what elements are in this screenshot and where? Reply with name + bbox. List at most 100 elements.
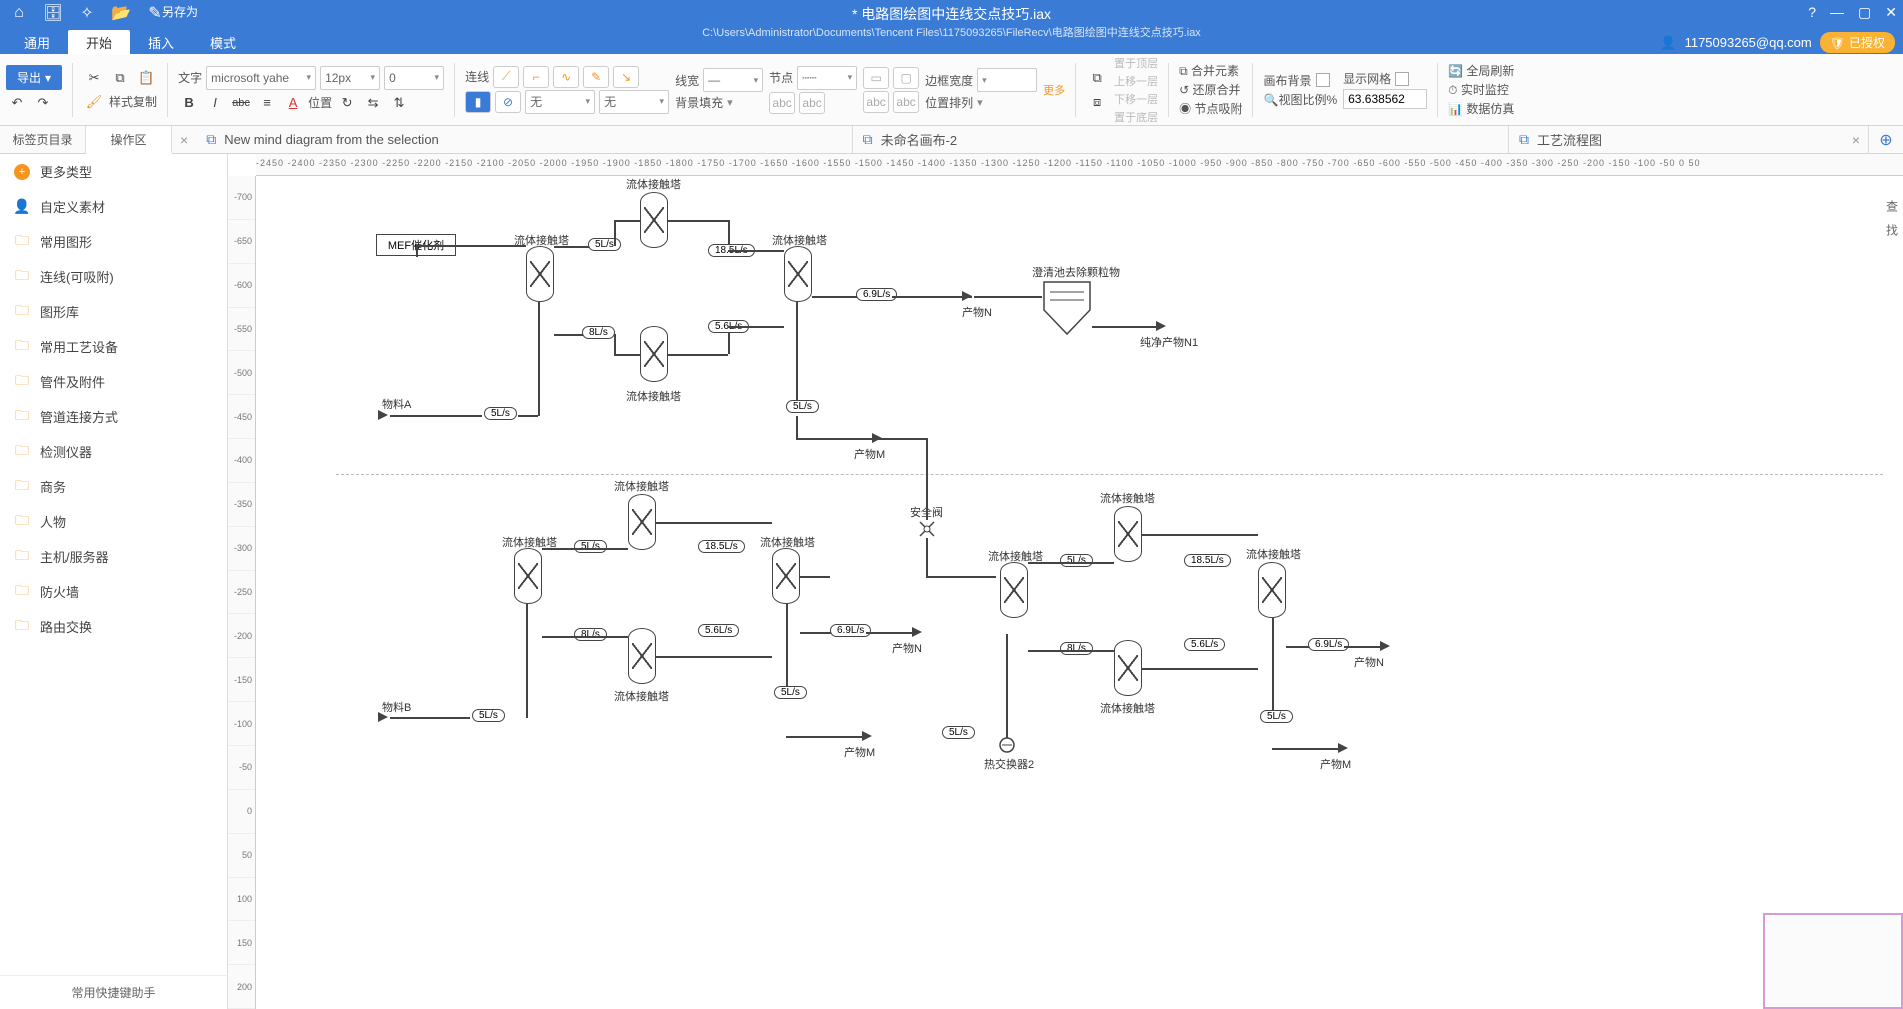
sidebar-item-more[interactable]: +更多类型 (0, 154, 227, 189)
rect-abc-3-icon[interactable]: abc (863, 91, 889, 113)
copy-icon[interactable]: ⧉ (109, 67, 131, 89)
ungroup-icon[interactable]: ⧈ (1086, 91, 1108, 113)
sidebar-item-library[interactable]: 🗀图形库 (0, 294, 227, 329)
fontsize-select[interactable]: 12px▾ (320, 66, 380, 90)
sim-button[interactable]: 📊 数据仿真 (1448, 100, 1514, 117)
edgedist-select[interactable]: ▾ (977, 68, 1037, 92)
minimap[interactable] (1763, 913, 1903, 1009)
sidebar-footer[interactable]: 常用快捷键助手 (0, 975, 227, 1009)
undo-button[interactable]: ↶ (6, 92, 28, 114)
search-label-a[interactable]: 查 (1884, 200, 1901, 212)
menu-insert[interactable]: 插入 (130, 30, 192, 55)
clarifier[interactable] (1042, 280, 1092, 336)
fillcolor-button[interactable]: ▮ (465, 91, 491, 113)
redo-button[interactable]: ↷ (32, 92, 54, 114)
sidebar-item-custom[interactable]: 👤自定义素材 (0, 189, 227, 224)
vessel-3B[interactable] (1114, 640, 1142, 696)
sidebar-item-business[interactable]: 🗀商务 (0, 469, 227, 504)
export-button[interactable]: 导出 ▾ (6, 65, 62, 90)
sidebar-item-piping[interactable]: 🗀管道连接方式 (0, 399, 227, 434)
open-icon[interactable]: 📂 (112, 4, 130, 22)
viewpct-input[interactable]: 63.638562 (1343, 89, 1427, 109)
shape-rect-icon[interactable]: ▭ (863, 67, 889, 89)
canvasbg-check[interactable] (1316, 73, 1330, 87)
tab-close-icon[interactable]: × (1852, 132, 1868, 148)
sidebar-item-instruments[interactable]: 🗀检测仪器 (0, 434, 227, 469)
strike-button[interactable]: abc (230, 92, 252, 114)
menu-start[interactable]: 开始 (68, 30, 130, 55)
fill2-select[interactable]: 无▾ (599, 90, 669, 114)
merge-button[interactable]: ⧉ 合并元素 (1179, 62, 1239, 79)
vessel-1B[interactable] (640, 326, 668, 382)
vessel-3L[interactable] (1000, 562, 1028, 618)
rect-abc-2-icon[interactable]: abc (799, 92, 825, 114)
vessel-1T[interactable] (640, 192, 668, 248)
fontcolor-button[interactable]: A (282, 92, 304, 114)
rect-abc-4-icon[interactable]: abc (893, 91, 919, 113)
vessel-2B[interactable] (628, 628, 656, 684)
sidebar-item-equip[interactable]: 🗀常用工艺设备 (0, 329, 227, 364)
flipv-button[interactable]: ⇅ (388, 92, 410, 114)
sidebar-item-servers[interactable]: 🗀主机/服务器 (0, 539, 227, 574)
more-link[interactable]: 更多 (1043, 82, 1065, 98)
arrange-top[interactable]: 置于顶层 (1114, 55, 1158, 71)
vessel-2L[interactable] (514, 548, 542, 604)
shape-round-icon[interactable]: ▢ (893, 67, 919, 89)
search-label-b[interactable]: 找 (1884, 224, 1901, 236)
nodesnap-button[interactable]: ◉ 节点吸附 (1179, 100, 1242, 117)
sidebar-item-fittings[interactable]: 🗀管件及附件 (0, 364, 227, 399)
bgfill-label[interactable]: 背景填充 (675, 94, 723, 111)
paste-icon[interactable]: 📋 (135, 67, 157, 89)
user-email[interactable]: 1175093265@qq.com (1685, 35, 1812, 50)
fliph-button[interactable]: ⇆ (362, 92, 384, 114)
font-select[interactable]: microsoft yahe▾ (206, 66, 316, 90)
opacity-select[interactable]: 0▾ (384, 66, 444, 90)
vessel-1R[interactable] (784, 246, 812, 302)
refresh-button[interactable]: 🔄 全局刷新 (1448, 62, 1514, 79)
sidetab-workspace[interactable]: 操作区 (86, 126, 172, 154)
doctab-2[interactable]: ⧉工艺流程图× (1509, 126, 1869, 153)
rotate-button[interactable]: ↻ (336, 92, 358, 114)
sidetab-close-icon[interactable]: × (172, 126, 196, 153)
line-curve-icon[interactable]: ∿ (553, 66, 579, 88)
db-icon[interactable]: 🗄 (44, 4, 62, 22)
sidebar-list[interactable]: +更多类型 👤自定义素材 🗀常用图形 🗀连线(可吸附) 🗀图形库 🗀常用工艺设备… (0, 154, 227, 975)
italic-button[interactable]: I (204, 92, 226, 114)
linewidth-select[interactable]: —▾ (703, 68, 763, 92)
menu-general[interactable]: 通用 (6, 30, 68, 55)
format-painter-icon[interactable]: 🖌 (83, 91, 105, 113)
doctab-0[interactable]: ⧉New mind diagram from the selection (196, 126, 852, 153)
arrange-bottom[interactable]: 置于底层 (1114, 109, 1158, 125)
vessel-3R[interactable] (1258, 562, 1286, 618)
heat-exchanger[interactable] (998, 736, 1016, 754)
sidebar-item-people[interactable]: 🗀人物 (0, 504, 227, 539)
sidebar-item-lines[interactable]: 🗀连线(可吸附) (0, 259, 227, 294)
sidebar-item-firewall[interactable]: 🗀防火墙 (0, 574, 227, 609)
close-icon[interactable]: ✕ (1885, 4, 1897, 21)
vessel-3T[interactable] (1114, 506, 1142, 562)
home-icon[interactable]: ⌂ (10, 4, 28, 22)
position-label[interactable]: 位置 (308, 94, 332, 111)
canvas[interactable]: MEF催化剂 物料A 5L/s 流体接触塔 流体接触塔 流体接触塔 流体接触塔 (256, 176, 1903, 1009)
line-straight-icon[interactable]: ⟋ (493, 66, 519, 88)
sidebar-item-shapes[interactable]: 🗀常用图形 (0, 224, 227, 259)
arrange-down[interactable]: 下移一层 (1114, 91, 1158, 107)
rect-abc-1-icon[interactable]: abc (769, 92, 795, 114)
vessel-1L[interactable] (526, 246, 554, 302)
add-tab-button[interactable]: ⊕ (1869, 126, 1903, 153)
showgrid-check[interactable] (1395, 72, 1409, 86)
poslist-label[interactable]: 位置排列 (925, 94, 973, 111)
menu-mode[interactable]: 模式 (192, 30, 254, 55)
vessel-2T[interactable] (628, 494, 656, 550)
saveas-label[interactable]: 另存为 (162, 3, 198, 20)
vessel-2R[interactable] (772, 548, 800, 604)
cut-icon[interactable]: ✂ (83, 67, 105, 89)
unmerge-button[interactable]: ↺ 还原合并 (1179, 81, 1240, 98)
align-button[interactable]: ≡ (256, 92, 278, 114)
nofill-button[interactable]: ⊘ (495, 91, 521, 113)
help-icon[interactable]: ? (1808, 4, 1816, 21)
maximize-icon[interactable]: ▢ (1858, 4, 1871, 21)
group-icon[interactable]: ⧉ (1086, 67, 1108, 89)
fill1-select[interactable]: 无▾ (525, 90, 595, 114)
doctab-1[interactable]: ⧉未命名画布-2 (853, 126, 1509, 153)
